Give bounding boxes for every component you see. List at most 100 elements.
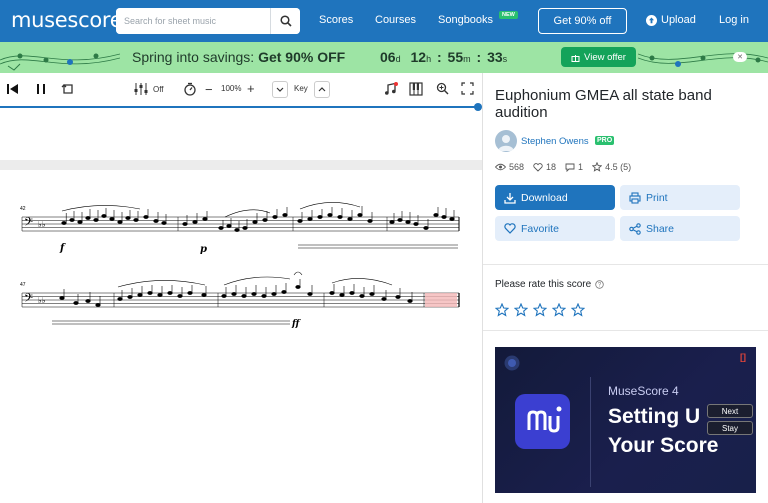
view-offer-button[interactable]: View offer <box>561 47 636 67</box>
key-signature-2: ♭♭ <box>38 296 46 305</box>
nav-courses[interactable]: Courses <box>375 14 416 26</box>
video-ad[interactable]: [] MuseScore 4 Setting U Your Score Next … <box>495 347 756 493</box>
tempo-increase-button[interactable]: + <box>247 81 255 96</box>
star-icon <box>592 162 603 172</box>
heart-icon <box>504 223 516 234</box>
slurs-system-1 <box>61 202 458 249</box>
instrument-button[interactable] <box>384 82 398 96</box>
loop-icon <box>61 84 73 94</box>
promo-text: Spring into savings: Get 90% OFF <box>132 49 346 65</box>
music-notes-decoration-left <box>0 53 120 71</box>
transpose-up-button[interactable] <box>314 81 330 98</box>
musescore-logo[interactable]: musescore <box>11 8 123 32</box>
piano-icon <box>409 82 423 96</box>
promo-banner: Spring into savings: Get 90% OFF 06d 12h… <box>0 42 768 73</box>
music-note-icon <box>385 82 398 95</box>
tempo-value: 100% <box>221 84 242 93</box>
download-label: Download <box>521 191 568 204</box>
playback-handle[interactable] <box>474 103 482 111</box>
metronome-button[interactable] <box>183 82 197 96</box>
playback-progress[interactable] <box>0 106 478 108</box>
get-discount-button[interactable]: Get 90% off <box>538 8 627 34</box>
transpose-down-button[interactable] <box>272 81 288 98</box>
search-box <box>116 8 300 34</box>
comments-stat: 1 <box>565 162 583 172</box>
music-notes-decoration-right <box>638 53 768 67</box>
panel-divider <box>482 73 483 503</box>
rating-stars <box>495 303 585 317</box>
nav-scores[interactable]: Scores <box>319 14 353 26</box>
star-4-icon[interactable] <box>552 303 566 317</box>
search-icon <box>279 15 292 27</box>
star-1-icon[interactable] <box>495 303 509 317</box>
rate-prompt: Please rate this score ? <box>495 279 604 290</box>
user-icon <box>498 135 514 151</box>
tempo-decrease-button[interactable]: − <box>205 82 213 97</box>
bass-clef-2: 𝄢 <box>24 292 33 308</box>
measure-number-2: 47 <box>20 282 26 288</box>
dynamic-ff: ff <box>291 319 301 329</box>
piano-keyboard-button[interactable] <box>409 82 423 96</box>
ad-logo-icon <box>504 355 520 371</box>
star-5-icon[interactable] <box>571 303 585 317</box>
share-label: Share <box>646 222 675 235</box>
favorites-stat: 18 <box>533 162 556 172</box>
share-icon <box>629 222 641 235</box>
score-stats: 568 18 1 4.5 (5) <box>495 162 631 172</box>
star-2-icon[interactable] <box>514 303 528 317</box>
promo-close-button[interactable]: ✕ <box>733 52 747 62</box>
gift-icon <box>571 54 580 62</box>
mixer-state: Off <box>153 84 164 94</box>
upload-label: Upload <box>661 14 696 26</box>
author-link[interactable]: Stephen Owens <box>521 136 589 147</box>
chevron-up-icon <box>318 87 326 92</box>
avatar[interactable] <box>495 130 517 152</box>
fullscreen-button[interactable] <box>461 82 474 95</box>
playback-cursor <box>425 293 457 307</box>
zoom-in-icon <box>436 82 449 95</box>
bass-clef-1: 𝄢 <box>24 216 33 232</box>
score-title: Euphonium GMEA all state band audition <box>495 87 712 121</box>
view-offer-label: View offer <box>584 51 626 63</box>
countdown-timer: 06d 12h : 55m : 33s <box>380 49 508 65</box>
help-icon[interactable]: ? <box>595 280 604 289</box>
fullscreen-icon <box>461 82 474 95</box>
ad-stay-button[interactable]: Stay <box>707 421 753 435</box>
login-link[interactable]: Log in <box>719 14 749 26</box>
new-badge: NEW <box>499 11 518 19</box>
page-separator <box>0 160 482 170</box>
search-input[interactable] <box>116 8 270 34</box>
pause-button[interactable] <box>36 83 46 95</box>
favorite-label: Favorite <box>521 222 559 235</box>
section-divider <box>483 264 768 265</box>
views-stat: 568 <box>495 162 524 172</box>
chevron-down-icon <box>276 87 284 92</box>
ad-next-button[interactable]: Next <box>707 404 753 418</box>
printer-icon <box>629 191 641 204</box>
search-button[interactable] <box>270 8 300 34</box>
upload-button[interactable]: Upload <box>646 14 696 26</box>
dynamic-f: f <box>59 243 66 254</box>
section-divider-2 <box>483 330 768 331</box>
favorite-button[interactable]: Favorite <box>495 216 615 241</box>
pro-badge: PRO <box>595 136 615 145</box>
print-button[interactable]: Print <box>620 185 740 210</box>
share-button[interactable]: Share <box>620 216 740 241</box>
mixer-button[interactable]: Off <box>133 82 164 96</box>
star-3-icon[interactable] <box>533 303 547 317</box>
rating-stat: 4.5 (5) <box>592 162 631 172</box>
zoom-button[interactable] <box>436 82 449 95</box>
nav-songbooks[interactable]: Songbooks <box>438 14 493 26</box>
score-toolbar: Off − 100% + Key <box>0 73 482 107</box>
download-button[interactable]: Download <box>495 185 615 210</box>
ad-corner-mark: [] <box>740 352 746 362</box>
dynamic-p: p <box>200 244 207 255</box>
pause-icon <box>37 84 45 94</box>
measure-number-1: 42 <box>20 206 26 212</box>
rewind-button[interactable] <box>7 83 19 95</box>
key-signature-1: ♭♭ <box>38 220 46 229</box>
loop-button[interactable] <box>61 82 75 96</box>
upload-icon <box>646 14 657 26</box>
download-icon <box>504 192 516 204</box>
skip-back-icon <box>7 84 18 94</box>
